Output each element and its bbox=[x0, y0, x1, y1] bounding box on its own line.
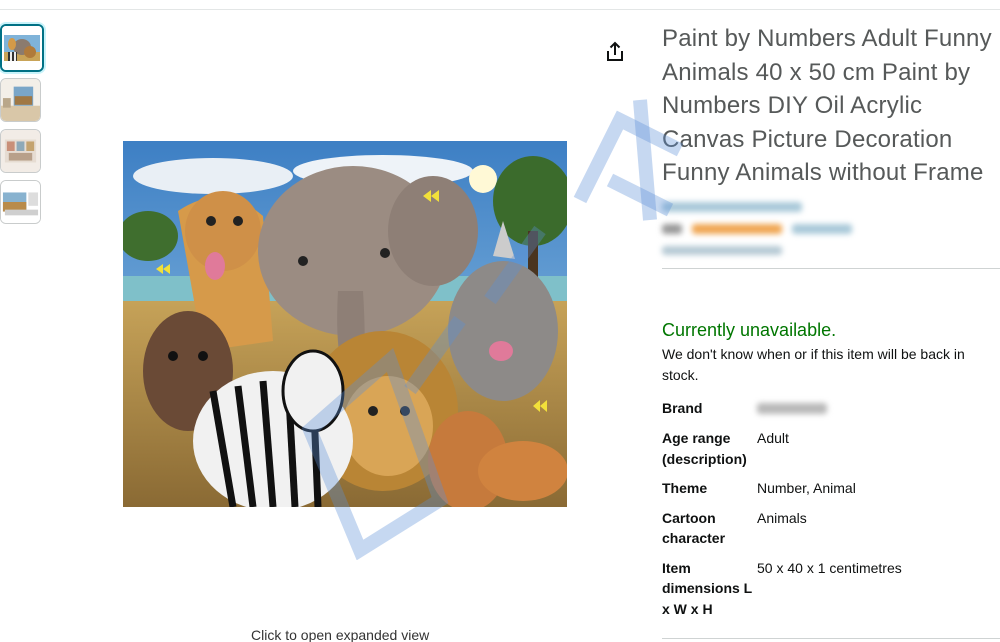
spec-key: Theme bbox=[662, 480, 708, 496]
main-product-image[interactable] bbox=[123, 141, 567, 507]
store-link-redacted bbox=[662, 198, 1000, 216]
spec-value: Number, Animal bbox=[757, 480, 856, 496]
thumbnail-strip bbox=[0, 24, 44, 231]
spec-row-item-dimensions: Item dimensions L x W x H 50 x 40 x 1 ce… bbox=[662, 558, 902, 629]
redacted-store-name bbox=[662, 201, 802, 212]
redacted-ratings-count bbox=[792, 223, 852, 234]
search-link-redacted bbox=[662, 242, 1000, 260]
spec-value-brand bbox=[756, 398, 902, 429]
redacted-star-rating bbox=[692, 223, 782, 234]
share-icon bbox=[607, 41, 623, 61]
spec-key: Item dimensions L x W x H bbox=[662, 559, 752, 617]
animals-painting-illustration bbox=[123, 141, 567, 507]
spec-key: Age range (description) bbox=[662, 430, 747, 467]
redacted-brand-name bbox=[757, 402, 827, 414]
spec-key: Cartoon character bbox=[662, 509, 726, 547]
availability-status: Currently unavailable. bbox=[662, 319, 837, 340]
thumbnail-4[interactable] bbox=[0, 180, 41, 224]
bottom-divider bbox=[662, 638, 1000, 639]
spec-value: Animals bbox=[757, 509, 807, 526]
product-details: Paint by Numbers Adult Funny Animals 40 … bbox=[662, 22, 1000, 628]
redacted-rating-value bbox=[662, 223, 682, 234]
spec-row-age-range: Age range (description) Adult bbox=[662, 428, 902, 478]
spec-row-brand: Brand bbox=[662, 398, 902, 429]
thumbnail-2[interactable] bbox=[0, 78, 41, 122]
rating-row-redacted bbox=[662, 218, 1000, 240]
details-divider bbox=[662, 267, 1000, 269]
thumbnail-1[interactable] bbox=[0, 24, 44, 72]
availability-note: We don't know when or if this item will … bbox=[662, 345, 965, 383]
spec-key: Brand bbox=[662, 399, 703, 416]
product-title: Paint by Numbers Adult Funny Animals 40 … bbox=[662, 25, 992, 186]
spec-row-theme: Theme Number, Animal bbox=[662, 478, 902, 508]
share-button[interactable] bbox=[603, 40, 627, 64]
product-page: Click to open expanded view Paint by Num… bbox=[0, 0, 1000, 642]
product-specs-table: Brand Age range (description) Adult Them… bbox=[662, 398, 902, 629]
spec-value: 50 x 40 x 1 centimetres bbox=[757, 559, 902, 576]
thumbnail-3[interactable] bbox=[0, 129, 41, 173]
top-divider bbox=[0, 9, 1000, 10]
spec-row-cartoon-character: Cartoon character Animals bbox=[662, 508, 902, 558]
expand-view-hint[interactable]: Click to open expanded view bbox=[251, 627, 429, 642]
spec-value: Adult bbox=[757, 430, 789, 446]
redacted-search-link bbox=[662, 246, 782, 255]
